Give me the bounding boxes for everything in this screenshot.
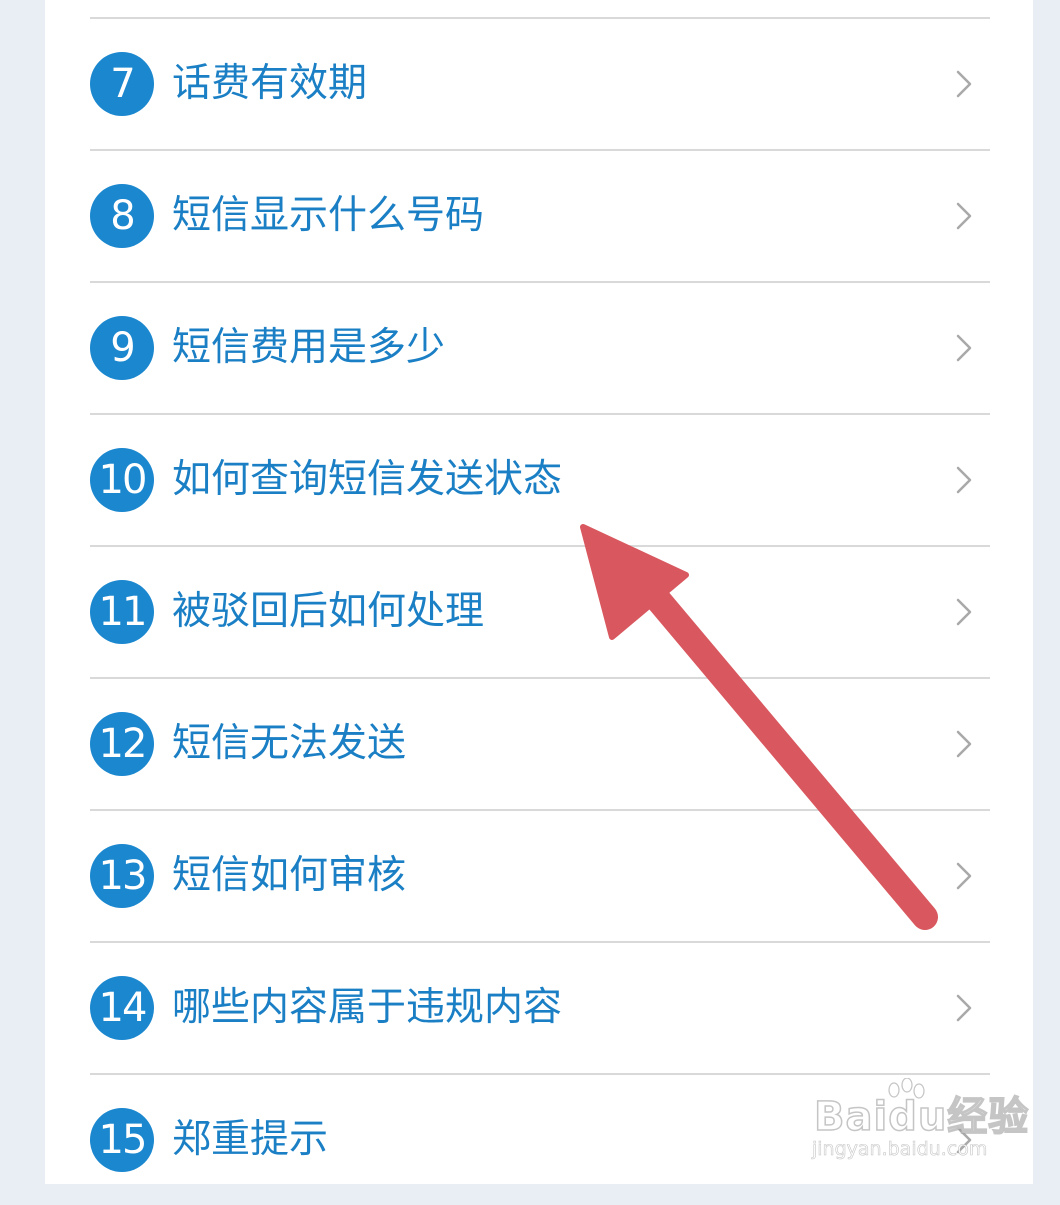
chevron-right-icon <box>956 598 972 626</box>
faq-item-7[interactable]: 7 话费有效期 <box>90 19 990 151</box>
faq-item-label: 短信无法发送 <box>172 721 407 766</box>
faq-item-11[interactable]: 11 被驳回后如何处理 <box>90 547 990 679</box>
number-badge: 10 <box>90 448 154 512</box>
faq-list: 7 话费有效期 8 短信显示什么号码 9 短信费用是多少 10 如何查询短信发送… <box>90 19 990 1205</box>
faq-item-15[interactable]: 15 郑重提示 <box>90 1075 990 1205</box>
chevron-right-icon <box>956 70 972 98</box>
number-badge: 12 <box>90 712 154 776</box>
faq-item-label: 如何查询短信发送状态 <box>172 457 563 502</box>
chevron-right-icon <box>956 1126 972 1154</box>
chevron-right-icon <box>956 862 972 890</box>
faq-item-13[interactable]: 13 短信如何审核 <box>90 811 990 943</box>
faq-item-label: 郑重提示 <box>172 1117 329 1162</box>
chevron-right-icon <box>956 730 972 758</box>
number-badge: 14 <box>90 976 154 1040</box>
number-badge: 11 <box>90 580 154 644</box>
faq-item-label: 短信如何审核 <box>172 853 407 898</box>
number-badge: 8 <box>90 184 154 248</box>
faq-item-label: 话费有效期 <box>172 61 368 106</box>
chevron-right-icon <box>956 202 972 230</box>
number-badge: 7 <box>90 52 154 116</box>
faq-item-label: 短信费用是多少 <box>172 325 446 370</box>
chevron-right-icon <box>956 466 972 494</box>
faq-item-8[interactable]: 8 短信显示什么号码 <box>90 151 990 283</box>
faq-item-10[interactable]: 10 如何查询短信发送状态 <box>90 415 990 547</box>
faq-item-label: 哪些内容属于违规内容 <box>172 985 563 1030</box>
chevron-right-icon <box>956 994 972 1022</box>
number-badge: 15 <box>90 1108 154 1172</box>
number-badge: 9 <box>90 316 154 380</box>
faq-item-label: 被驳回后如何处理 <box>172 589 485 634</box>
faq-item-9[interactable]: 9 短信费用是多少 <box>90 283 990 415</box>
chevron-right-icon <box>956 334 972 362</box>
faq-item-14[interactable]: 14 哪些内容属于违规内容 <box>90 943 990 1075</box>
number-badge: 13 <box>90 844 154 908</box>
faq-item-label: 短信显示什么号码 <box>172 193 485 238</box>
faq-item-12[interactable]: 12 短信无法发送 <box>90 679 990 811</box>
